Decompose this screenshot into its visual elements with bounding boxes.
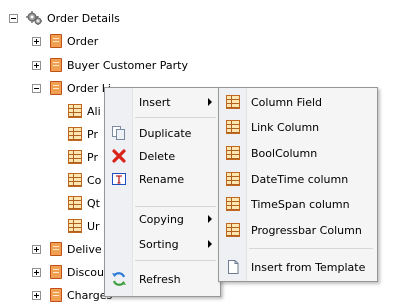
menu-item-delete[interactable]: Delete [107, 145, 218, 167]
expand-toggle[interactable] [32, 244, 41, 254]
grid-icon-wrap [225, 94, 241, 110]
menu-icon-gutter [105, 88, 133, 296]
tree-subnode[interactable]: Qt [68, 193, 100, 213]
tree-node-label: Ur [87, 219, 100, 233]
menu-item-label: Duplicate [139, 126, 192, 140]
grid-icon [226, 172, 240, 186]
tree-node-orderlines[interactable]: Order Li [32, 78, 111, 98]
menu-item-label: BoolColumn [251, 146, 318, 160]
expand-toggle[interactable] [32, 60, 41, 70]
expand-toggle[interactable] [32, 36, 41, 46]
tree-subnode[interactable]: Pr [68, 124, 98, 144]
document-icon [50, 288, 62, 302]
tree-node-label: Qt [87, 196, 100, 210]
tree-node-delivery[interactable]: Delive [32, 239, 102, 259]
menu-item-label: Delete [139, 149, 176, 163]
grid-icon-wrap [225, 119, 241, 135]
document-icon [50, 242, 62, 256]
tree-node-buyer-customer-party[interactable]: Buyer Customer Party [32, 55, 188, 75]
grid-icon [226, 146, 240, 160]
tree-node-label: Ali [87, 104, 101, 118]
collapse-toggle[interactable] [9, 13, 18, 23]
menu-item-label: Insert [139, 95, 171, 109]
grid-icon [68, 104, 82, 118]
menu-separator [135, 260, 216, 261]
menu-item-refresh[interactable]: Refresh [107, 268, 218, 290]
submenu-item-timespan-column[interactable]: TimeSpan column [221, 193, 375, 215]
grid-icon-wrap [225, 145, 241, 161]
menu-item-label: Rename [139, 172, 185, 186]
grid-icon [68, 150, 82, 164]
menu-separator [135, 206, 216, 207]
grid-icon [226, 223, 240, 237]
tree-subnode[interactable]: Ur [68, 216, 100, 236]
document-icon [50, 34, 62, 48]
menu-item-insert[interactable]: Insert [107, 91, 218, 113]
menu-item-label: Copying [139, 212, 184, 226]
menu-item-copying[interactable]: Copying [107, 208, 218, 230]
refresh-icon [111, 271, 127, 287]
rename-icon [111, 171, 127, 187]
submenu-arrow-icon [208, 98, 212, 106]
grid-icon [68, 127, 82, 141]
document-icon [50, 81, 62, 95]
grid-icon [68, 173, 82, 187]
menu-item-label: Refresh [139, 272, 181, 286]
tree-subnode[interactable]: Co [68, 170, 101, 190]
menu-item-rename[interactable]: Rename [107, 168, 218, 190]
tree-node-label: Buyer Customer Party [67, 58, 188, 72]
grid-icon [226, 120, 240, 134]
grid-icon [226, 197, 240, 211]
menu-item-label: Sorting [139, 237, 179, 251]
grid-icon [68, 219, 82, 233]
template-icon [225, 259, 241, 275]
collapse-toggle[interactable] [32, 83, 41, 93]
menu-item-label: Progressbar Column [251, 223, 362, 237]
submenu-item-column-field[interactable]: Column Field [221, 91, 375, 113]
menu-separator [135, 117, 216, 118]
tree-node-charges[interactable]: Charges [32, 285, 112, 305]
menu-item-label: Insert from Template [251, 260, 366, 274]
submenu-item-link-column[interactable]: Link Column [221, 116, 375, 138]
menu-item-label: DateTime column [251, 172, 349, 186]
tree-node-label: Discou [67, 265, 105, 279]
submenu-arrow-icon [208, 240, 212, 248]
gears-icon [26, 10, 42, 26]
tree-node-label: Co [87, 173, 102, 187]
tree-node-label: Delive [67, 242, 102, 256]
delete-x-icon [111, 148, 127, 164]
tree-node-label: Pr [87, 150, 98, 164]
submenu-item-progressbar-column[interactable]: Progressbar Column [221, 219, 375, 241]
document-icon [50, 58, 62, 72]
tree-subnode[interactable]: Pr [68, 147, 98, 167]
document-icon [50, 265, 62, 279]
duplicate-icon [111, 125, 127, 141]
expand-toggle[interactable] [32, 290, 41, 300]
menu-item-label: TimeSpan column [251, 197, 350, 211]
grid-icon-wrap [225, 222, 241, 238]
grid-icon-wrap [225, 196, 241, 212]
context-menu: Insert Duplicate Delete Rename Copying S… [104, 87, 221, 297]
menu-item-duplicate[interactable]: Duplicate [107, 122, 218, 144]
tree-subnode[interactable]: Ali [68, 101, 101, 121]
tree-node-label: Order Details [47, 11, 120, 25]
menu-separator [249, 248, 373, 249]
insert-submenu: Column Field Link Column BoolColumn Date… [218, 87, 378, 282]
submenu-item-boolcolumn[interactable]: BoolColumn [221, 142, 375, 164]
tree-node-label: Order [67, 34, 99, 48]
submenu-item-datetime-column[interactable]: DateTime column [221, 168, 375, 190]
submenu-item-insert-from-template[interactable]: Insert from Template [221, 256, 375, 278]
menu-item-label: Link Column [251, 120, 320, 134]
menu-item-sorting[interactable]: Sorting [107, 233, 218, 255]
menu-item-label: Column Field [251, 95, 323, 109]
tree-node-discount[interactable]: Discou [32, 262, 104, 282]
tree-node-root[interactable]: Order Details [9, 8, 120, 28]
submenu-arrow-icon [208, 215, 212, 223]
tree-node-label: Pr [87, 127, 98, 141]
tree-node-order[interactable]: Order [32, 31, 98, 51]
grid-icon-wrap [225, 171, 241, 187]
expand-toggle[interactable] [32, 267, 41, 277]
grid-icon [226, 95, 240, 109]
grid-icon [68, 196, 82, 210]
